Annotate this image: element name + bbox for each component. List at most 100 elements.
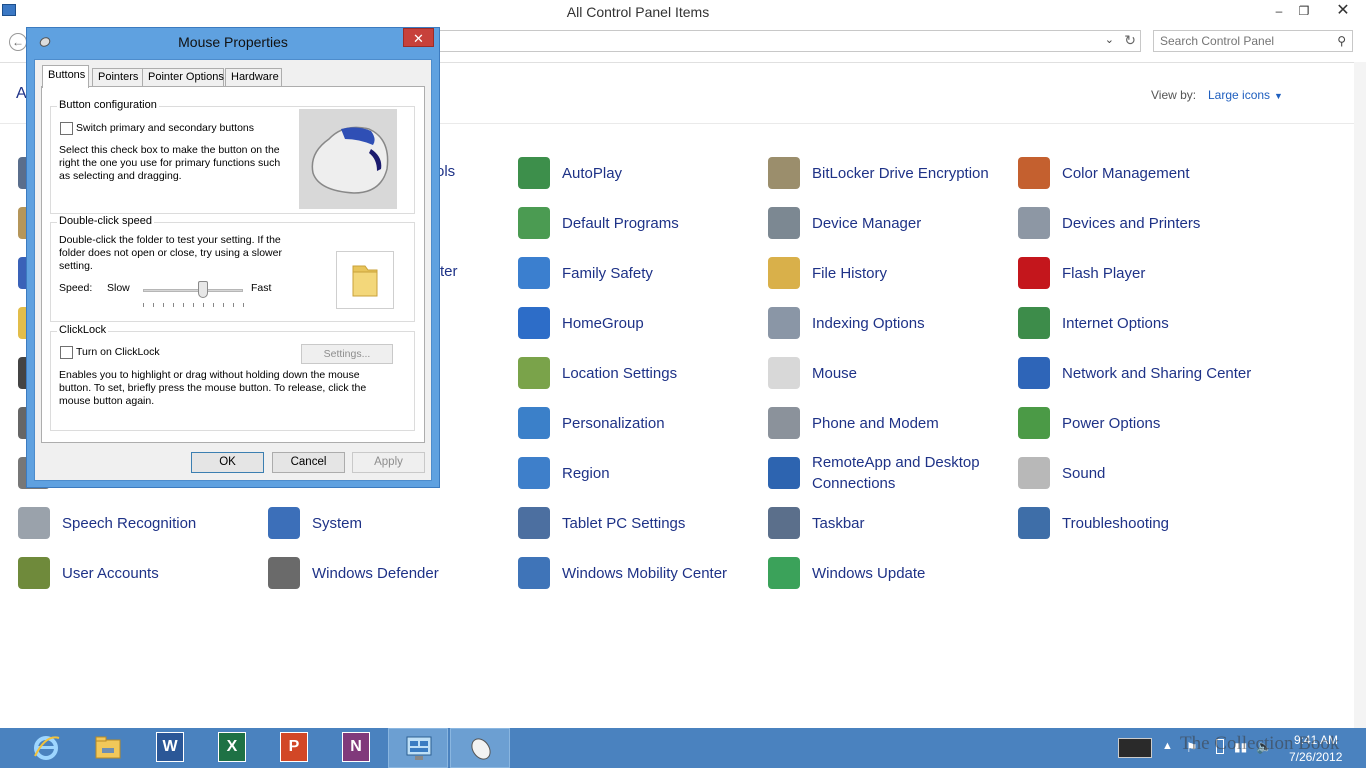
clicklock-label[interactable]: Turn on ClickLock xyxy=(76,346,160,359)
tab-panel-buttons: Button configuration Switch primary and … xyxy=(41,86,425,443)
control-panel-item[interactable]: HomeGroup xyxy=(518,301,758,345)
test-folder[interactable] xyxy=(336,251,394,309)
dialog-titlebar[interactable]: Mouse Properties ✕ xyxy=(27,28,439,56)
partial-item-label[interactable]: ter xyxy=(440,263,458,280)
view-by-dropdown[interactable]: Large icons ▼ xyxy=(1208,88,1283,102)
control-panel-item[interactable]: AutoPlay xyxy=(518,151,758,195)
show-hidden-icons-icon[interactable]: ▲ xyxy=(1162,740,1173,752)
slider-tick xyxy=(173,303,174,307)
taskbar-ie[interactable] xyxy=(16,728,76,768)
control-panel-item[interactable]: RemoteApp and Desktop Connections xyxy=(768,451,1008,495)
location-icon xyxy=(518,357,550,389)
restore-button[interactable]: ❐ xyxy=(1289,0,1319,22)
control-panel-item[interactable]: Color Management xyxy=(1018,151,1258,195)
slider-thumb[interactable] xyxy=(198,281,208,298)
group-label: Double-click speed xyxy=(57,215,154,227)
search-icon[interactable]: ⚲ xyxy=(1337,34,1346,48)
control-panel-icon xyxy=(406,736,432,760)
slider-tick xyxy=(163,303,164,307)
defender-icon xyxy=(268,557,300,589)
internet-explorer-icon xyxy=(34,736,60,760)
control-panel-item[interactable]: File History xyxy=(768,251,1008,295)
region-icon xyxy=(518,457,550,489)
taskbar-icon xyxy=(768,507,800,539)
taskbar-powerpoint[interactable]: P xyxy=(264,728,324,768)
onenote-icon: N xyxy=(342,732,370,762)
refresh-icon[interactable]: ↻ xyxy=(1124,32,1136,49)
switch-buttons-label[interactable]: Switch primary and secondary buttons xyxy=(76,122,254,135)
taskbar-excel[interactable]: X xyxy=(202,728,262,768)
view-by-value: Large icons xyxy=(1208,88,1271,102)
speed-label: Speed: xyxy=(59,282,93,294)
taskbar-control-panel[interactable] xyxy=(388,728,448,768)
control-panel-item[interactable]: BitLocker Drive Encryption xyxy=(768,151,1008,195)
search-input[interactable] xyxy=(1154,31,1324,51)
tab-hardware[interactable]: Hardware xyxy=(225,68,282,87)
back-button[interactable]: ← xyxy=(9,33,27,51)
address-bar[interactable]: ⌄ ↻ xyxy=(438,30,1141,52)
clicklock-settings-button[interactable]: Settings... xyxy=(301,344,393,364)
double-click-speed-slider[interactable] xyxy=(143,289,243,292)
control-panel-item[interactable]: Indexing Options xyxy=(768,301,1008,345)
control-panel-item[interactable]: Default Programs xyxy=(518,201,758,245)
control-panel-item[interactable]: Region xyxy=(518,451,758,495)
control-panel-item[interactable]: Phone and Modem xyxy=(768,401,1008,445)
control-panel-item[interactable]: Speech Recognition xyxy=(18,501,258,545)
touch-keyboard-icon[interactable] xyxy=(1118,738,1152,758)
control-panel-item[interactable]: Power Options xyxy=(1018,401,1258,445)
control-panel-item[interactable]: Network and Sharing Center xyxy=(1018,351,1258,395)
search-box[interactable]: ⚲ xyxy=(1153,30,1353,52)
scrollbar[interactable] xyxy=(1354,62,1366,728)
control-panel-item[interactable]: Personalization xyxy=(518,401,758,445)
control-panel-item-label: System xyxy=(312,514,363,532)
tab-buttons[interactable]: Buttons xyxy=(42,65,89,88)
tab-pointer-options[interactable]: Pointer Options xyxy=(142,68,224,87)
button-config-description: Select this check box to make the button… xyxy=(59,144,281,182)
control-panel-item[interactable]: User Accounts xyxy=(18,551,258,595)
control-panel-item[interactable]: Troubleshooting xyxy=(1018,501,1258,545)
indexing-icon xyxy=(768,307,800,339)
address-dropdown-icon[interactable]: ⌄ xyxy=(1105,33,1114,46)
taskbar-mouse-properties[interactable] xyxy=(450,728,510,768)
taskbar-onenote[interactable]: N xyxy=(326,728,386,768)
system-icon xyxy=(268,507,300,539)
switch-buttons-checkbox[interactable] xyxy=(60,122,73,135)
control-panel-item[interactable]: Device Manager xyxy=(768,201,1008,245)
control-panel-item[interactable]: Family Safety xyxy=(518,251,758,295)
control-panel-item[interactable]: Mouse xyxy=(768,351,1008,395)
control-panel-item-label: HomeGroup xyxy=(562,314,644,332)
double-click-speed-group: Double-click speed Double-click the fold… xyxy=(50,215,415,322)
control-panel-item[interactable]: Devices and Printers xyxy=(1018,201,1258,245)
clicklock-group: ClickLock Turn on ClickLock Settings... … xyxy=(50,324,415,431)
control-panel-item[interactable]: Internet Options xyxy=(1018,301,1258,345)
control-panel-item[interactable]: Taskbar xyxy=(768,501,1008,545)
taskbar-file-explorer[interactable] xyxy=(78,728,138,768)
control-panel-item[interactable]: Windows Update xyxy=(768,551,1008,595)
windows-update-icon xyxy=(768,557,800,589)
mobility-icon xyxy=(518,557,550,589)
control-panel-item-label: Sound xyxy=(1062,464,1106,482)
close-button[interactable]: ✕ xyxy=(1320,0,1366,22)
control-panel-item-label: Troubleshooting xyxy=(1062,514,1170,532)
file-explorer-icon xyxy=(95,736,121,759)
ok-button[interactable]: OK xyxy=(191,452,264,473)
control-panel-item-label: Personalization xyxy=(562,414,665,432)
control-panel-item[interactable]: System xyxy=(268,501,508,545)
control-panel-item[interactable]: Flash Player xyxy=(1018,251,1258,295)
taskbar-word[interactable]: W xyxy=(140,728,200,768)
control-panel-item[interactable]: Sound xyxy=(1018,451,1258,495)
apply-button[interactable]: Apply xyxy=(352,452,425,473)
printer-icon xyxy=(1018,207,1050,239)
control-panel-item[interactable]: Windows Mobility Center xyxy=(518,551,758,595)
mouse-properties-dialog: Mouse Properties ✕ Buttons Pointers Poin… xyxy=(26,27,440,488)
chevron-down-icon: ▼ xyxy=(1274,91,1283,101)
dialog-close-button[interactable]: ✕ xyxy=(403,28,434,47)
tab-pointers[interactable]: Pointers xyxy=(92,68,144,87)
cancel-button[interactable]: Cancel xyxy=(272,452,345,473)
clicklock-checkbox[interactable] xyxy=(60,346,73,359)
control-panel-item[interactable]: Windows Defender xyxy=(268,551,508,595)
window-title: All Control Panel Items xyxy=(566,4,710,20)
control-panel-item[interactable]: Location Settings xyxy=(518,351,758,395)
control-panel-item-label: Family Safety xyxy=(562,264,653,282)
control-panel-item[interactable]: Tablet PC Settings xyxy=(518,501,758,545)
